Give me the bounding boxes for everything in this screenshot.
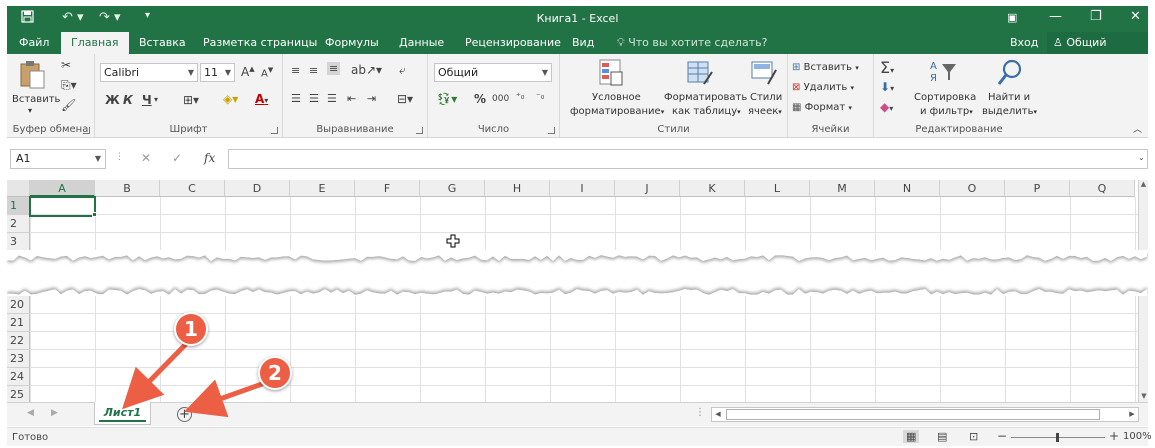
arrow-2 [184,379,265,418]
callout-1: 1 [174,312,208,346]
callout-arrows [121,341,265,418]
arrow-1 [121,341,189,410]
callout-2: 2 [258,356,292,390]
